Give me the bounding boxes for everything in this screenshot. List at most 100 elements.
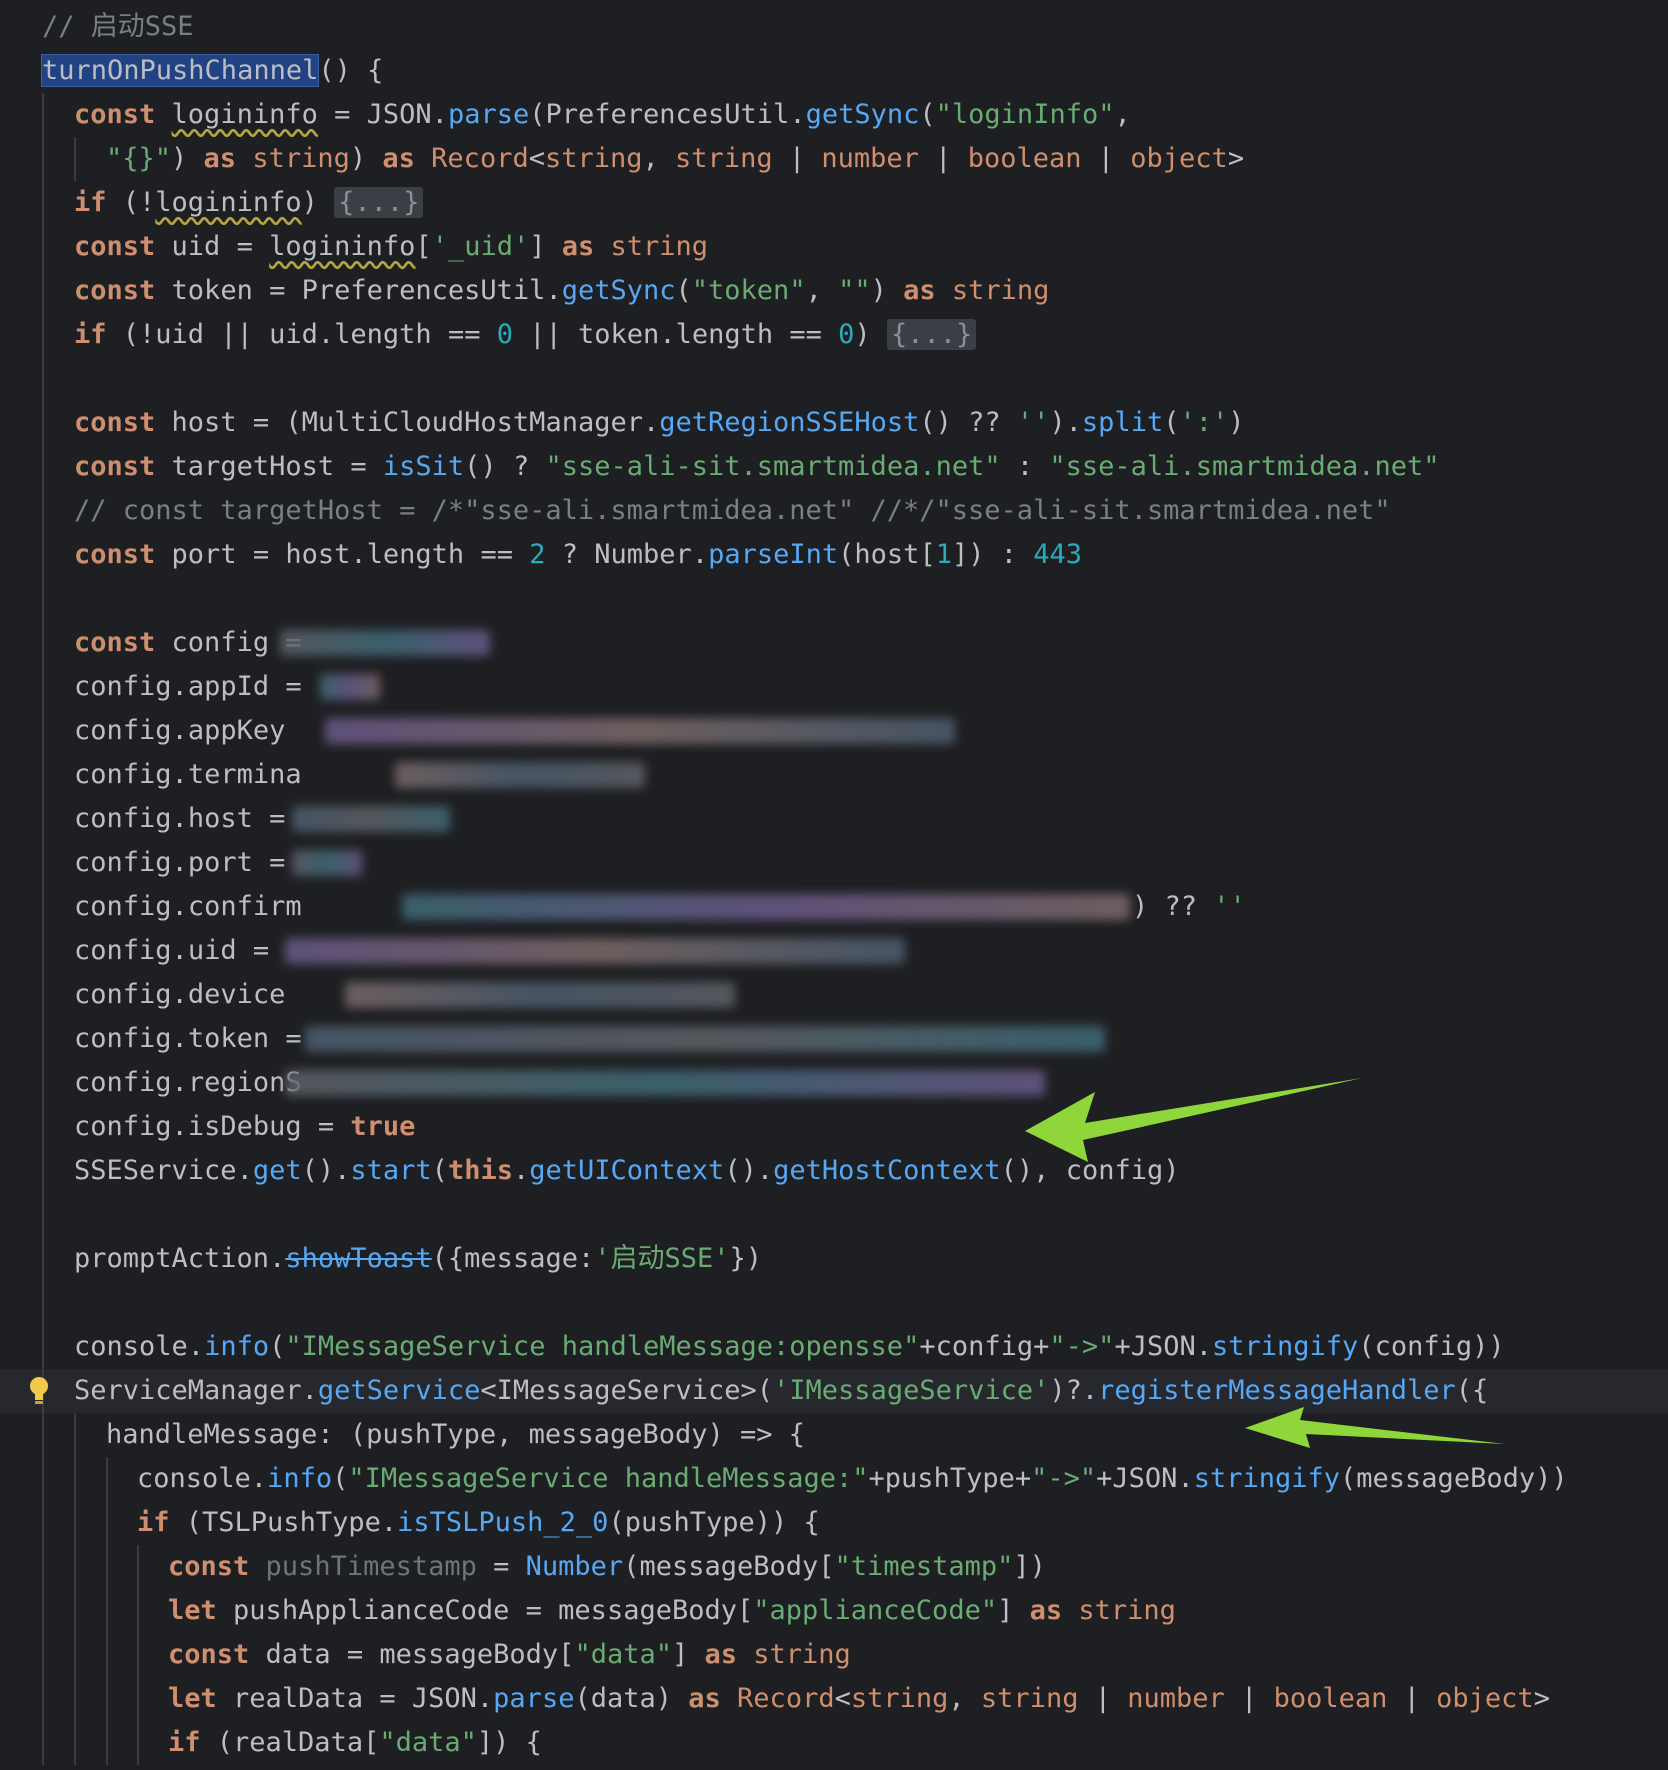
code-text: handleMessage: (pushType, messageBody) =…	[106, 1419, 806, 1450]
indent-guide	[42, 93, 44, 137]
code-line[interactable]: const host = (MultiCloudHostManager.getR…	[0, 401, 1668, 445]
code-line[interactable]: const logininfo = JSON.parse(Preferences…	[0, 93, 1668, 137]
indent-guide	[137, 1589, 139, 1633]
lightbulb-icon[interactable]	[28, 1376, 50, 1406]
code-line[interactable]: // 启动SSE	[0, 5, 1668, 49]
indent-guide	[137, 1721, 139, 1765]
code-text: const port = host.length == 2 ? Number.p…	[74, 539, 1083, 570]
code-line[interactable]: handleMessage: (pushType, messageBody) =…	[0, 1413, 1668, 1457]
code-text: config.termina	[74, 759, 302, 790]
code-line[interactable]	[0, 1193, 1668, 1237]
indent-guide	[42, 357, 44, 401]
code-text: const logininfo = JSON.parse(Preferences…	[74, 99, 1131, 130]
code-text: config.uid =	[74, 935, 270, 966]
code-text: SSEService.get().start(this.getUIContext…	[74, 1155, 1180, 1186]
code-line[interactable]: config.host =	[0, 797, 1668, 841]
code-line[interactable]: if (TSLPushType.isTSLPush_2_0(pushType))…	[0, 1501, 1668, 1545]
code-line[interactable]: let pushApplianceCode = messageBody["app…	[0, 1589, 1668, 1633]
code-line[interactable]: config.port =	[0, 841, 1668, 885]
code-text: // const targetHost = /*"sse-ali.smartmi…	[74, 495, 1391, 526]
code-text: console.info("IMessageService handleMess…	[74, 1331, 1505, 1362]
code-text: promptAction.showToast({message:'启动SSE'}…	[74, 1243, 763, 1274]
code-line[interactable]: console.info("IMessageService handleMess…	[0, 1325, 1668, 1369]
code-line[interactable]: // const targetHost = /*"sse-ali.smartmi…	[0, 489, 1668, 533]
redacted-block	[345, 982, 735, 1008]
code-line[interactable]	[0, 1281, 1668, 1325]
indent-guide	[74, 1589, 76, 1633]
code-text: turnOnPushChannel() {	[40, 54, 384, 87]
code-line[interactable]: SSEService.get().start(this.getUIContext…	[0, 1149, 1668, 1193]
code-line[interactable]: const targetHost = isSit() ? "sse-ali-si…	[0, 445, 1668, 489]
code-text: const token = PreferencesUtil.getSync("t…	[74, 275, 1050, 306]
code-line[interactable]: const uid = logininfo['_uid'] as string	[0, 225, 1668, 269]
code-fragment: ) ?? ''	[1132, 891, 1246, 922]
indent-guide	[74, 1545, 76, 1589]
indent-guide	[42, 577, 44, 621]
indent-guide	[74, 1457, 76, 1501]
indent-guide	[42, 1589, 44, 1633]
code-line[interactable]: config.device	[0, 973, 1668, 1017]
code-text: config.isDebug = true	[74, 1111, 416, 1142]
code-line[interactable]: "{}") as string) as Record<string, strin…	[0, 137, 1668, 181]
code-text: if (!logininfo) {...}	[74, 181, 424, 225]
redacted-block	[402, 894, 1130, 920]
indent-guide	[42, 709, 44, 753]
redacted-block	[325, 718, 955, 744]
redacted-block	[285, 938, 905, 964]
code-line[interactable]: const data = messageBody["data"] as stri…	[0, 1633, 1668, 1677]
indent-guide	[106, 1677, 108, 1721]
code-line[interactable]: let realData = JSON.parse(data) as Recor…	[0, 1677, 1668, 1721]
indent-guide	[42, 1677, 44, 1721]
indent-guide	[137, 1677, 139, 1721]
indent-guide	[42, 1193, 44, 1237]
indent-guide	[42, 137, 44, 181]
code-line[interactable]: if (!logininfo) {...}	[0, 181, 1668, 225]
redacted-block	[280, 630, 490, 656]
code-line[interactable]: turnOnPushChannel() {	[0, 49, 1668, 93]
code-line[interactable]: console.info("IMessageService handleMess…	[0, 1457, 1668, 1501]
code-text: const targetHost = isSit() ? "sse-ali-si…	[74, 451, 1440, 482]
code-line[interactable]: const token = PreferencesUtil.getSync("t…	[0, 269, 1668, 313]
code-text: const data = messageBody["data"] as stri…	[168, 1639, 851, 1670]
code-text: config.port =	[74, 847, 286, 878]
code-line[interactable]: config.termina	[0, 753, 1668, 797]
code-text: "{}") as string) as Record<string, strin…	[106, 143, 1245, 174]
code-text: config.appKey	[74, 715, 286, 746]
indent-guide	[42, 401, 44, 445]
code-text: config.token =	[74, 1023, 302, 1054]
indent-guide	[42, 621, 44, 665]
code-text: config.device	[74, 979, 286, 1010]
code-line[interactable]: config.isDebug = true	[0, 1105, 1668, 1149]
code-line[interactable]: config.appId =	[0, 665, 1668, 709]
indent-guide	[42, 973, 44, 1017]
code-text: console.info("IMessageService handleMess…	[137, 1463, 1568, 1494]
code-text: if (!uid || uid.length == 0 || token.len…	[74, 313, 977, 357]
indent-guide	[42, 1545, 44, 1589]
code-line[interactable]: if (realData["data"]) {	[0, 1721, 1668, 1765]
code-text: if (realData["data"]) {	[168, 1727, 542, 1758]
indent-guide	[42, 753, 44, 797]
redacted-block	[285, 1070, 1045, 1096]
redacted-block	[395, 762, 645, 788]
indent-guide	[42, 665, 44, 709]
indent-guide	[42, 313, 44, 357]
code-editor[interactable]: // 启动SSE turnOnPushChannel() { const login…	[0, 0, 1668, 1770]
indent-guide	[42, 1633, 44, 1677]
indent-guide	[42, 445, 44, 489]
indent-guide	[42, 1149, 44, 1193]
code-line[interactable]: ServiceManager.getService<IMessageServic…	[0, 1369, 1668, 1413]
indent-guide	[42, 533, 44, 577]
indent-guide	[106, 1633, 108, 1677]
code-text: let pushApplianceCode = messageBody["app…	[168, 1595, 1176, 1626]
indent-guide	[74, 1633, 76, 1677]
code-line[interactable]: if (!uid || uid.length == 0 || token.len…	[0, 313, 1668, 357]
code-line[interactable]	[0, 577, 1668, 621]
indent-guide	[42, 1413, 44, 1457]
code-line[interactable]	[0, 357, 1668, 401]
indent-guide	[106, 1501, 108, 1545]
code-line[interactable]: const port = host.length == 2 ? Number.p…	[0, 533, 1668, 577]
code-text: // 启动SSE	[42, 11, 194, 42]
code-line[interactable]: promptAction.showToast({message:'启动SSE'}…	[0, 1237, 1668, 1281]
code-line[interactable]: const config =	[0, 621, 1668, 665]
code-line[interactable]: const pushTimestamp = Number(messageBody…	[0, 1545, 1668, 1589]
